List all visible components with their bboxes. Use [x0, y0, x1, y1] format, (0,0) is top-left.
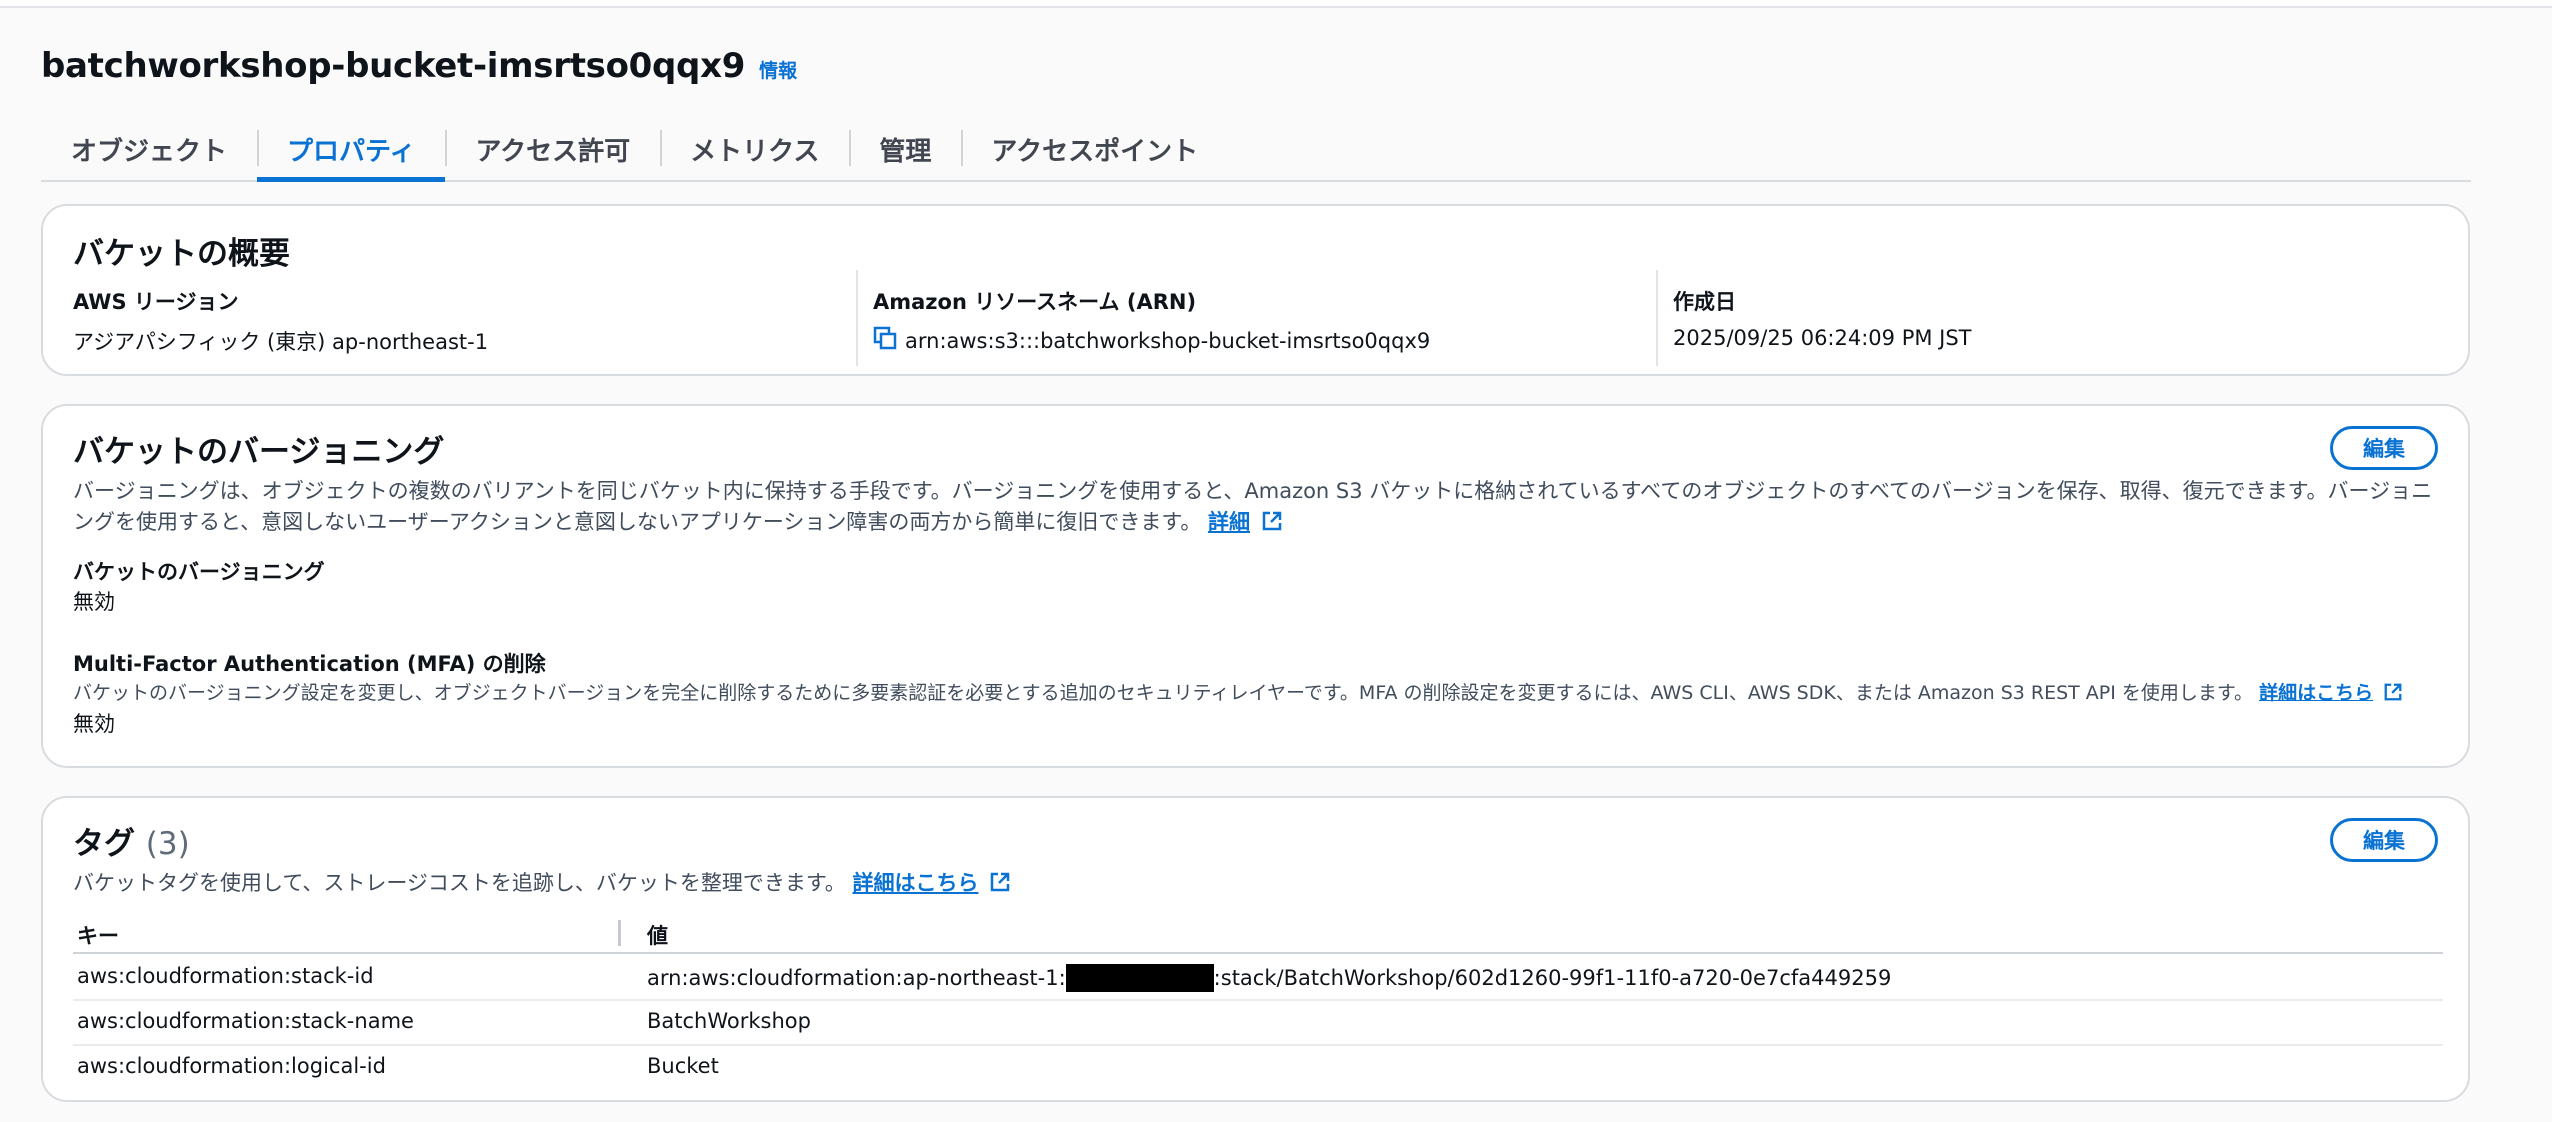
- tag-key: aws:cloudformation:stack-name: [77, 1009, 414, 1033]
- versioning-edit-button[interactable]: 編集: [2330, 426, 2438, 470]
- tab-permissions[interactable]: アクセス許可: [445, 118, 660, 180]
- column-header-value[interactable]: 値: [647, 920, 668, 950]
- tags-description: バケットタグを使用して、ストレージコストを追跡し、バケットを整理できます。 詳細…: [73, 868, 2443, 902]
- tab-metrics[interactable]: メトリクス: [660, 118, 849, 180]
- mfa-learn-more-link[interactable]: 詳細はこちら: [2259, 682, 2373, 704]
- redacted-block: [1065, 964, 1214, 992]
- tab-management[interactable]: 管理: [849, 118, 961, 180]
- created-value: 2025/09/25 06:24:09 PM JST: [1673, 326, 1972, 350]
- tab-objects[interactable]: オブジェクト: [41, 118, 257, 180]
- tags-card: タグ (3) 編集 バケットタグを使用して、ストレージコストを追跡し、バケットを…: [41, 796, 2470, 1102]
- region-value: アジアパシフィック (東京) ap-northeast-1: [73, 330, 489, 354]
- created-field: 作成日 2025/09/25 06:24:09 PM JST: [1673, 286, 1972, 374]
- tags-title: タグ (3): [73, 826, 190, 862]
- bucket-overview-card: バケットの概要 AWS リージョン アジアパシフィック (東京) ap-nort…: [41, 204, 2470, 376]
- arn-field: Amazon リソースネーム (ARN) arn:aws:s3:::batchw…: [873, 286, 1430, 374]
- mfa-delete-label: Multi-Factor Authentication (MFA) の削除: [73, 652, 546, 676]
- page-title: batchworkshop-bucket-imsrtso0qqx9: [41, 46, 746, 86]
- external-link-icon: [989, 871, 1011, 902]
- top-bar: [0, 0, 2552, 8]
- divider: [1656, 270, 1658, 366]
- region-label: AWS リージョン: [73, 290, 239, 314]
- table-row: aws:cloudformation:stack-name BatchWorks…: [73, 999, 2443, 1046]
- mfa-delete-description: バケットのバージョニング設定を変更し、オブジェクトバージョンを完全に削除するため…: [73, 678, 2403, 707]
- tags-edit-button[interactable]: 編集: [2330, 818, 2438, 862]
- versioning-title: バケットのバージョニング: [73, 434, 445, 470]
- external-link-icon: [1261, 510, 1283, 541]
- tags-table-header: キー 値: [73, 916, 2443, 954]
- tags-count: (3): [145, 826, 190, 862]
- tag-value: Bucket: [647, 1054, 719, 1078]
- tags-learn-more-link[interactable]: 詳細はこちら: [852, 871, 978, 895]
- column-resizer[interactable]: [618, 920, 621, 946]
- page-header: batchworkshop-bucket-imsrtso0qqx9 情報: [41, 46, 797, 86]
- region-field: AWS リージョン アジアパシフィック (東京) ap-northeast-1: [73, 286, 488, 374]
- tab-access-points[interactable]: アクセスポイント: [961, 118, 1228, 180]
- tab-properties[interactable]: プロパティ: [257, 118, 446, 182]
- table-row: aws:cloudformation:stack-id arn:aws:clou…: [73, 954, 2443, 1001]
- table-row: aws:cloudformation:logical-id Bucket: [73, 1044, 2443, 1089]
- tag-key: aws:cloudformation:stack-id: [77, 964, 374, 988]
- versioning-status-label: バケットのバージョニング: [73, 560, 325, 584]
- versioning-status-value: 無効: [73, 590, 115, 614]
- created-label: 作成日: [1673, 290, 1736, 314]
- divider: [856, 270, 858, 366]
- overview-title: バケットの概要: [73, 236, 290, 272]
- copy-icon[interactable]: [873, 326, 897, 355]
- mfa-delete-value: 無効: [73, 712, 115, 736]
- column-header-key[interactable]: キー: [77, 920, 119, 950]
- versioning-card: バケットのバージョニング 編集 バージョニングは、オブジェクトの複数のバリアント…: [41, 404, 2470, 768]
- external-link-icon: [2383, 682, 2403, 707]
- tab-bar: オブジェクト プロパティ アクセス許可 メトリクス 管理 アクセスポイント: [41, 118, 2471, 182]
- versioning-learn-more-link[interactable]: 詳細: [1208, 510, 1250, 534]
- tag-value: BatchWorkshop: [647, 1009, 811, 1033]
- info-link[interactable]: 情報: [759, 56, 797, 83]
- tag-value: arn:aws:cloudformation:ap-northeast-1::s…: [647, 964, 1892, 992]
- arn-label: Amazon リソースネーム (ARN): [873, 290, 1197, 314]
- arn-value: arn:aws:s3:::batchworkshop-bucket-imsrts…: [905, 328, 1431, 353]
- tag-key: aws:cloudformation:logical-id: [77, 1054, 386, 1078]
- versioning-description: バージョニングは、オブジェクトの複数のバリアントを同じバケット内に保持する手段で…: [73, 476, 2443, 541]
